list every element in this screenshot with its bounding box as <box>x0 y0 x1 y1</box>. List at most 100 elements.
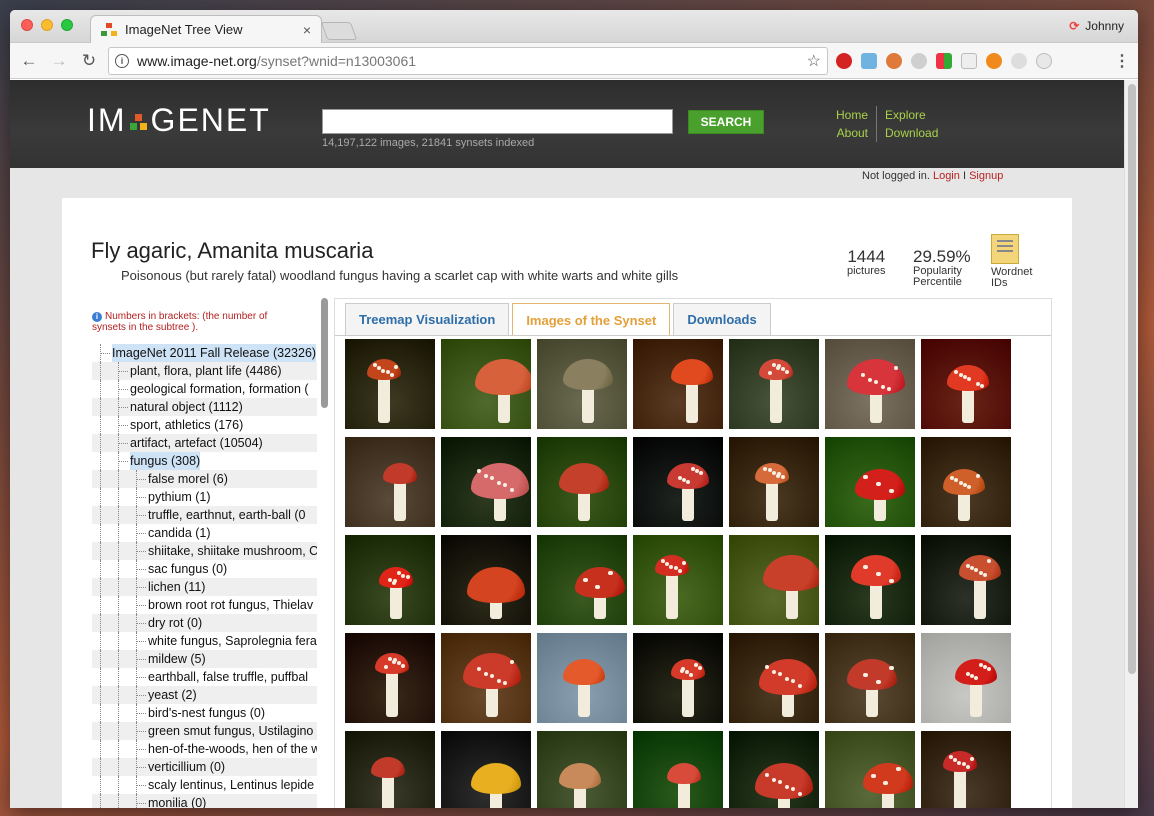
tree-node-label[interactable]: plant, flora, plant life (4486) <box>130 362 281 380</box>
nav-about-link[interactable]: About <box>828 124 878 142</box>
tree-node-label[interactable]: mildew (5) <box>148 650 206 668</box>
tree-node[interactable]: dry rot (0) <box>92 614 317 632</box>
synset-image-thumbnail[interactable] <box>825 535 915 625</box>
imagenet-logo[interactable]: IM GENET <box>87 102 271 139</box>
tab-treemap-visualization[interactable]: Treemap Visualization <box>345 303 510 335</box>
search-button[interactable]: SEARCH <box>688 110 764 134</box>
tree-node[interactable]: earthball, false truffle, puffbal <box>92 668 317 686</box>
tab-downloads[interactable]: Downloads <box>673 303 771 335</box>
synset-image-thumbnail[interactable] <box>537 339 627 429</box>
nav-home-link[interactable]: Home <box>828 106 878 124</box>
synset-image-thumbnail[interactable] <box>633 731 723 808</box>
tree-node-label[interactable]: brown root rot fungus, Thielav <box>148 596 313 614</box>
wordnet-ids-button[interactable]: Wordnet IDs <box>991 234 1032 289</box>
tree-node-label[interactable]: geological formation, formation ( <box>130 380 309 398</box>
tree-node[interactable]: pythium (1) <box>92 488 317 506</box>
synset-image-thumbnail[interactable] <box>921 535 1011 625</box>
tree-node-label[interactable]: green smut fungus, Ustilagino <box>148 722 313 740</box>
gem-icon[interactable] <box>861 52 877 69</box>
tree-node-label[interactable]: dry rot (0) <box>148 614 202 632</box>
tree-node-label[interactable]: bird's-nest fungus (0) <box>148 704 265 722</box>
tree-node[interactable]: verticillium (0) <box>92 758 317 776</box>
synset-image-thumbnail[interactable] <box>345 731 435 808</box>
synset-image-thumbnail[interactable] <box>633 633 723 723</box>
evernote-icon[interactable] <box>886 52 902 69</box>
address-bar[interactable]: i www.image-net.org/synset?wnid=n1300306… <box>108 46 828 75</box>
tab-close-icon[interactable]: × <box>303 22 311 38</box>
tree-scroll-thumb[interactable] <box>321 298 328 408</box>
tree-node-label[interactable]: lichen (11) <box>148 578 205 596</box>
orange-circle-icon[interactable] <box>986 52 1002 69</box>
tree-node-label[interactable]: white fungus, Saprolegnia fera <box>148 632 317 650</box>
browser-menu-icon[interactable]: ⋮ <box>1114 51 1130 71</box>
signup-link[interactable]: Signup <box>969 170 1003 182</box>
tree-node[interactable]: lichen (11) <box>92 578 317 596</box>
synset-image-thumbnail[interactable] <box>537 535 627 625</box>
synset-image-thumbnail[interactable] <box>729 731 819 808</box>
synset-image-thumbnail[interactable] <box>729 535 819 625</box>
tree-node[interactable]: mildew (5) <box>92 650 317 668</box>
tree-node-label[interactable]: truffle, earthnut, earth-ball (0 <box>148 506 306 524</box>
synset-image-thumbnail[interactable] <box>921 731 1011 808</box>
synset-image-thumbnail[interactable] <box>921 633 1011 723</box>
synset-image-thumbnail[interactable] <box>441 339 531 429</box>
synset-image-thumbnail[interactable] <box>345 437 435 527</box>
window-icon[interactable] <box>961 52 977 69</box>
tree-node-label[interactable]: yeast (2) <box>148 686 197 704</box>
tree-node[interactable]: yeast (2) <box>92 686 317 704</box>
tree-node-label[interactable]: candida (1) <box>148 524 211 542</box>
synset-image-thumbnail[interactable] <box>633 339 723 429</box>
tree-node[interactable]: sport, athletics (176) <box>92 416 317 434</box>
synset-image-thumbnail[interactable] <box>441 437 531 527</box>
synset-image-thumbnail[interactable] <box>825 437 915 527</box>
synset-image-thumbnail[interactable] <box>537 633 627 723</box>
tree-node-label[interactable]: artifact, artefact (10504) <box>130 434 263 452</box>
synset-image-thumbnail[interactable] <box>441 731 531 808</box>
refresh-extension-icon[interactable] <box>1036 52 1052 69</box>
gear-icon[interactable] <box>1011 52 1027 69</box>
synset-image-thumbnail[interactable] <box>729 437 819 527</box>
synset-image-thumbnail[interactable] <box>345 339 435 429</box>
zoom-window-icon[interactable] <box>61 19 73 31</box>
synset-image-thumbnail[interactable] <box>345 633 435 723</box>
tree-scrollbar[interactable] <box>320 298 328 808</box>
synset-image-thumbnail[interactable] <box>345 535 435 625</box>
tree-node-label[interactable]: scaly lentinus, Lentinus lepide <box>148 776 314 794</box>
bookmark-star-icon[interactable]: ☆ <box>807 51 821 71</box>
synset-image-thumbnail[interactable] <box>537 437 627 527</box>
nav-explore-link[interactable]: Explore <box>877 106 946 124</box>
synset-image-thumbnail[interactable] <box>825 339 915 429</box>
synset-image-thumbnail[interactable] <box>921 339 1011 429</box>
tree-node-label[interactable]: sac fungus (0) <box>148 560 227 578</box>
synset-image-thumbnail[interactable] <box>633 535 723 625</box>
tree-node-label[interactable]: pythium (1) <box>148 488 211 506</box>
reload-button[interactable]: ↻ <box>78 50 100 72</box>
tree-node[interactable]: white fungus, Saprolegnia fera <box>92 632 317 650</box>
login-link[interactable]: Login <box>933 170 960 182</box>
tree-node[interactable]: sac fungus (0) <box>92 560 317 578</box>
forward-button[interactable]: → <box>48 50 70 72</box>
tree-node[interactable]: monilia (0) <box>92 794 317 808</box>
tree-node[interactable]: shiitake, shiitake mushroom, C <box>92 542 317 560</box>
tree-node-label[interactable]: ImageNet 2011 Fall Release (32326) <box>112 344 317 362</box>
office-icon[interactable] <box>936 52 952 69</box>
back-button[interactable]: ← <box>18 50 40 72</box>
synset-image-thumbnail[interactable] <box>441 535 531 625</box>
tree-node[interactable]: brown root rot fungus, Thielav <box>92 596 317 614</box>
page-scroll-thumb[interactable] <box>1128 84 1136 674</box>
tree-node[interactable]: artifact, artefact (10504) <box>92 434 317 452</box>
tree-node-label[interactable]: verticillium (0) <box>148 758 225 776</box>
synset-image-thumbnail[interactable] <box>921 437 1011 527</box>
synset-image-thumbnail[interactable] <box>633 437 723 527</box>
tree-node[interactable]: false morel (6) <box>92 470 317 488</box>
site-info-icon[interactable]: i <box>115 53 129 68</box>
pinterest-icon[interactable] <box>836 52 852 69</box>
new-tab-button[interactable] <box>320 22 358 40</box>
tree-node[interactable]: geological formation, formation ( <box>92 380 317 398</box>
synset-image-thumbnail[interactable] <box>729 339 819 429</box>
browser-tab[interactable]: ImageNet Tree View × <box>90 15 322 43</box>
page-scrollbar[interactable] <box>1124 80 1138 808</box>
tree-node[interactable]: bird's-nest fungus (0) <box>92 704 317 722</box>
tree-node-label[interactable]: monilia (0) <box>148 794 206 808</box>
tree-node-label[interactable]: sport, athletics (176) <box>130 416 243 434</box>
